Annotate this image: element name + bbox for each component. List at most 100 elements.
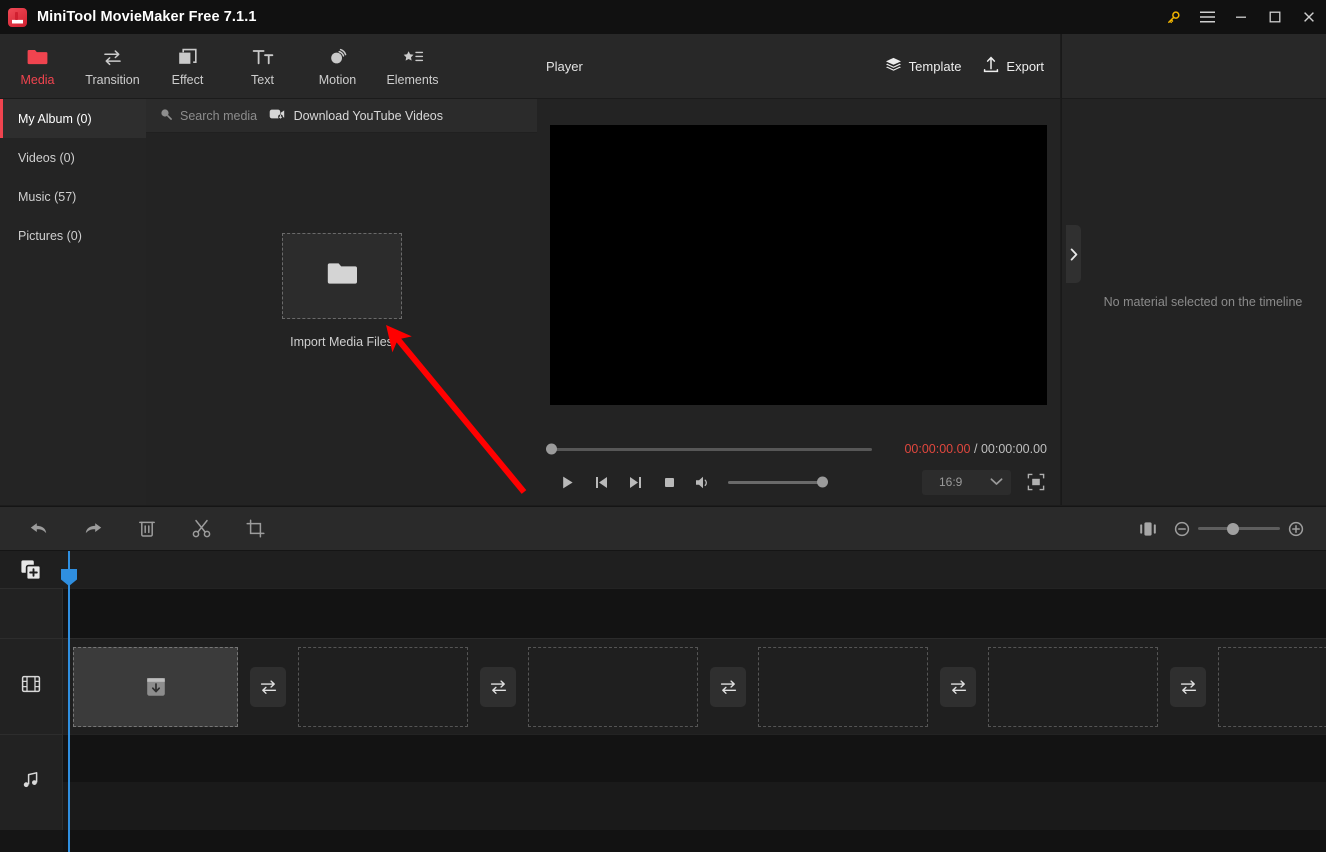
video-preview[interactable] [550, 125, 1047, 405]
timeline-clip-slot[interactable] [1218, 647, 1326, 727]
player-header: Player Template Export [537, 34, 1060, 99]
import-media-label: Import Media Files [290, 335, 393, 349]
search-placeholder: Search media [180, 108, 258, 123]
star-list-icon [402, 46, 424, 68]
sidebar-item-music[interactable]: Music (57) [0, 177, 146, 216]
template-button[interactable]: Template [885, 57, 962, 76]
tab-elements[interactable]: Elements [375, 34, 450, 99]
tab-text[interactable]: Text [225, 34, 300, 99]
track-header-audio[interactable] [0, 734, 63, 830]
stop-button[interactable] [652, 467, 686, 497]
timeline-clip-slot[interactable] [298, 647, 468, 727]
tab-effect[interactable]: Effect [150, 34, 225, 99]
track-header-video[interactable] [0, 638, 63, 734]
fit-timeline-icon[interactable] [1130, 506, 1166, 551]
split-button[interactable] [174, 506, 228, 551]
time-total: 00:00:00.00 [980, 442, 1047, 456]
add-transition-button[interactable] [1170, 667, 1206, 707]
add-track-icon[interactable] [20, 559, 42, 581]
player-header-actions: Template Export [885, 56, 1044, 76]
sidebar-item-my-album[interactable]: My Album (0) [0, 99, 146, 138]
close-icon[interactable] [1292, 0, 1326, 34]
seek-slider[interactable] [546, 443, 872, 455]
track-headers [0, 588, 63, 852]
seek-row: 00:00:00.00 / 00:00:00.00 [546, 435, 1047, 463]
previous-frame-button[interactable] [584, 467, 618, 497]
folder-icon [27, 46, 48, 68]
sidebar-item-videos[interactable]: Videos (0) [0, 138, 146, 177]
folder-icon [327, 262, 357, 291]
tab-label: Effect [171, 73, 204, 87]
motion-circle-icon [328, 46, 348, 68]
player-controls: 16:9 [550, 467, 1047, 497]
timeline-clip-slot[interactable] [758, 647, 928, 727]
volume-button[interactable] [686, 467, 720, 497]
timeline-clip-slot[interactable] [73, 647, 238, 727]
tab-motion[interactable]: Motion [300, 34, 375, 99]
media-content: Search media Download YouTube Videos Imp… [146, 99, 537, 505]
timeline-clip-slot[interactable] [988, 647, 1158, 727]
timeline-clip-slot[interactable] [528, 647, 698, 727]
timeline-zoom-slider[interactable] [1198, 522, 1280, 535]
track-header-text[interactable] [0, 588, 63, 638]
text-tt-icon [252, 46, 274, 68]
zoom-out-icon[interactable] [1166, 506, 1198, 551]
search-icon [160, 107, 172, 125]
player-panel: 00:00:00.00 / 00:00:00.00 16:9 [537, 99, 1060, 505]
redo-button[interactable] [66, 506, 120, 551]
import-media-button[interactable] [281, 233, 402, 319]
add-transition-button[interactable] [710, 667, 746, 707]
time-current: 00:00:00.00 [904, 442, 971, 456]
download-youtube-button[interactable]: Download YouTube Videos [269, 107, 443, 125]
zoom-thumb[interactable] [1227, 522, 1239, 535]
add-transition-button[interactable] [940, 667, 976, 707]
timeline-ruler[interactable] [0, 551, 1326, 588]
zoom-in-icon[interactable] [1280, 506, 1312, 551]
film-strip-icon [21, 674, 41, 699]
crop-button[interactable] [228, 506, 282, 551]
time-display: 00:00:00.00 / 00:00:00.00 [904, 442, 1047, 456]
export-upload-icon [983, 56, 999, 76]
playhead[interactable] [61, 551, 77, 852]
sidebar-item-pictures[interactable]: Pictures (0) [0, 216, 146, 255]
add-transition-button[interactable] [480, 667, 516, 707]
download-youtube-label: Download YouTube Videos [293, 108, 443, 123]
minimize-icon[interactable] [1224, 0, 1258, 34]
tab-transition[interactable]: Transition [75, 34, 150, 99]
aspect-ratio-select[interactable]: 16:9 [922, 469, 1011, 495]
menu-icon[interactable] [1190, 0, 1224, 34]
music-note-icon [21, 770, 41, 795]
delete-button[interactable] [120, 506, 174, 551]
play-button[interactable] [550, 467, 584, 497]
fullscreen-icon[interactable] [1025, 471, 1047, 493]
timeline-video-track[interactable] [63, 638, 1326, 734]
export-button[interactable]: Export [983, 56, 1044, 76]
volume-slider[interactable] [728, 476, 828, 488]
timeline-bottom-strip [63, 830, 1326, 852]
volume-thumb[interactable] [817, 476, 828, 488]
chevron-down-icon [990, 475, 1003, 489]
seek-thumb[interactable] [546, 443, 557, 455]
timeline-tracks [63, 588, 1326, 852]
youtube-download-icon [269, 107, 285, 125]
window-controls [1156, 0, 1326, 34]
tab-label: Media [20, 73, 55, 87]
undo-button[interactable] [12, 506, 66, 551]
tab-label: Text [251, 73, 274, 87]
add-transition-button[interactable] [250, 667, 286, 707]
template-label: Template [908, 58, 962, 74]
right-panel-header [1061, 34, 1326, 99]
properties-panel: No material selected on the timeline [1061, 99, 1326, 505]
key-icon[interactable] [1156, 0, 1190, 34]
import-area: Import Media Files [146, 133, 537, 505]
time-separator: / [973, 442, 978, 456]
aspect-ratio-value: 16:9 [939, 475, 963, 489]
timeline-text-track[interactable] [63, 588, 1326, 638]
next-frame-button[interactable] [618, 467, 652, 497]
timeline-audio-track-secondary[interactable] [63, 782, 1326, 830]
search-input[interactable]: Search media [160, 107, 257, 125]
maximize-icon[interactable] [1258, 0, 1292, 34]
tab-label: Transition [85, 73, 140, 87]
tab-media[interactable]: Media [0, 34, 75, 99]
transition-arrows-icon [102, 46, 123, 68]
